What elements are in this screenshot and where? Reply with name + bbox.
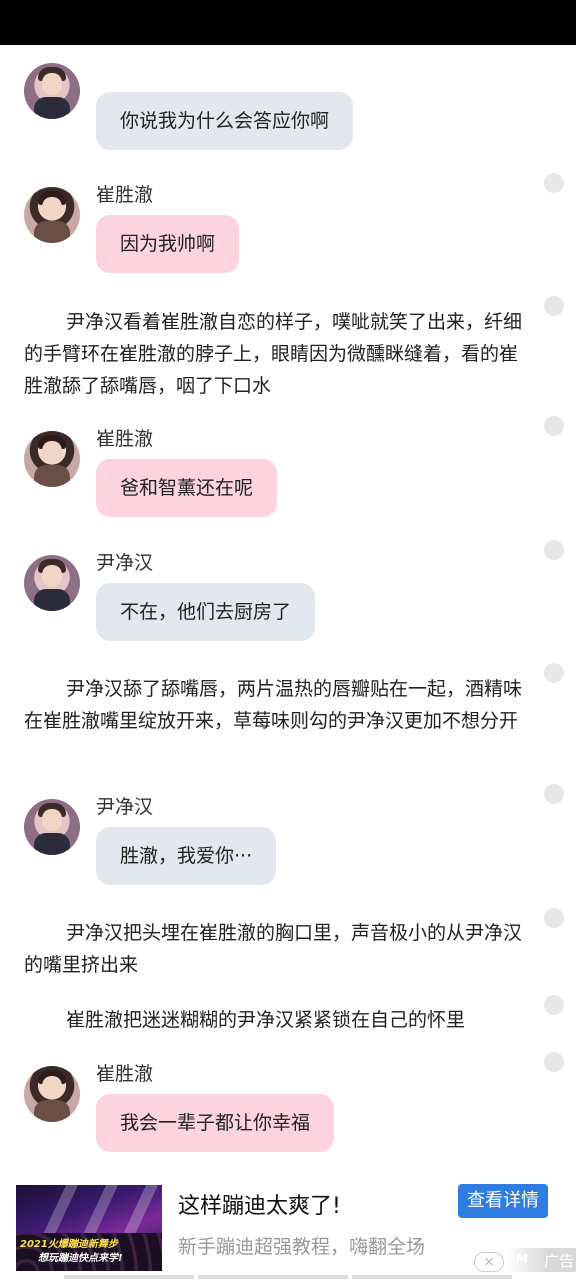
comment-dot[interactable] (544, 995, 564, 1015)
comment-dot[interactable] (544, 540, 564, 560)
ad-logo-icon: M (516, 1252, 528, 1266)
avatar[interactable] (24, 799, 80, 855)
narration-text: 尹净汉把头埋在崔胜澈的胸口里，声音极小的从尹净汉的嘴里挤出来 (24, 922, 523, 976)
speaker-name: 崔胜澈 (96, 428, 154, 450)
message-bubble: 我会一辈子都让你幸福 (96, 1094, 335, 1152)
ad-banner[interactable]: 2021火爆蹦迪新舞步 想玩蹦迪快点来学! 这样蹦迪太爽了! 新手蹦迪超强教程，… (0, 1170, 576, 1280)
progress-segment (198, 1275, 348, 1279)
comment-dot[interactable] (544, 416, 564, 436)
progress-segment (64, 1275, 194, 1279)
ad-image-caption: 2021火爆蹦迪新舞步 (20, 1239, 118, 1250)
speaker-name: 尹净汉 (96, 552, 154, 574)
narration-text: 尹净汉舔了舔嘴唇，两片温热的唇瓣贴在一起，酒精味在崔胜澈嘴里绽放开来，草莓味则勾… (24, 678, 523, 732)
ad-label: M 广告 (506, 1248, 576, 1272)
message-bubble: 不在，他们去厨房了 (96, 583, 316, 641)
speaker-name: 尹净汉 (96, 796, 154, 818)
speaker-name: 崔胜澈 (96, 1063, 154, 1085)
comment-dot[interactable] (544, 173, 564, 193)
comment-dot[interactable] (544, 908, 564, 928)
comment-dot[interactable] (544, 663, 564, 683)
avatar[interactable] (24, 1066, 80, 1122)
message-bubble: 因为我帅啊 (96, 215, 240, 273)
ad-image[interactable]: 2021火爆蹦迪新舞步 想玩蹦迪快点来学! (16, 1185, 162, 1271)
comment-dot[interactable] (544, 296, 564, 316)
ad-description[interactable]: 新手蹦迪超强教程，嗨翻全场 (178, 1232, 425, 1259)
message-bubble: 爸和智薰还在呢 (96, 459, 278, 517)
progress-segment (352, 1275, 512, 1279)
ad-image-caption: 想玩蹦迪快点来学! (38, 1253, 123, 1264)
avatar[interactable] (24, 63, 80, 119)
status-bar (0, 0, 576, 45)
narration-text: 尹净汉看着崔胜澈自恋的样子，噗呲就笑了出来，纤细的手臂环在崔胜澈的脖子上，眼睛因… (24, 311, 523, 397)
ad-tag-text: 广告 (544, 1252, 575, 1270)
avatar[interactable] (24, 555, 80, 611)
avatar[interactable] (24, 431, 80, 487)
narration-text: 崔胜澈把迷迷糊糊的尹净汉紧紧锁在自己的怀里 (66, 1009, 466, 1031)
message-bubble: 胜澈，我爱你··· (96, 827, 277, 885)
comment-dot[interactable] (544, 784, 564, 804)
close-icon[interactable]: × (474, 1252, 504, 1272)
comment-dot[interactable] (544, 1052, 564, 1072)
speaker-name: 崔胜澈 (96, 184, 154, 206)
message-bubble: 你说我为什么会答应你啊 (96, 92, 354, 150)
view-details-button[interactable]: 查看详情 (458, 1184, 548, 1218)
avatar[interactable] (24, 187, 80, 243)
ad-title[interactable]: 这样蹦迪太爽了! (178, 1188, 341, 1220)
